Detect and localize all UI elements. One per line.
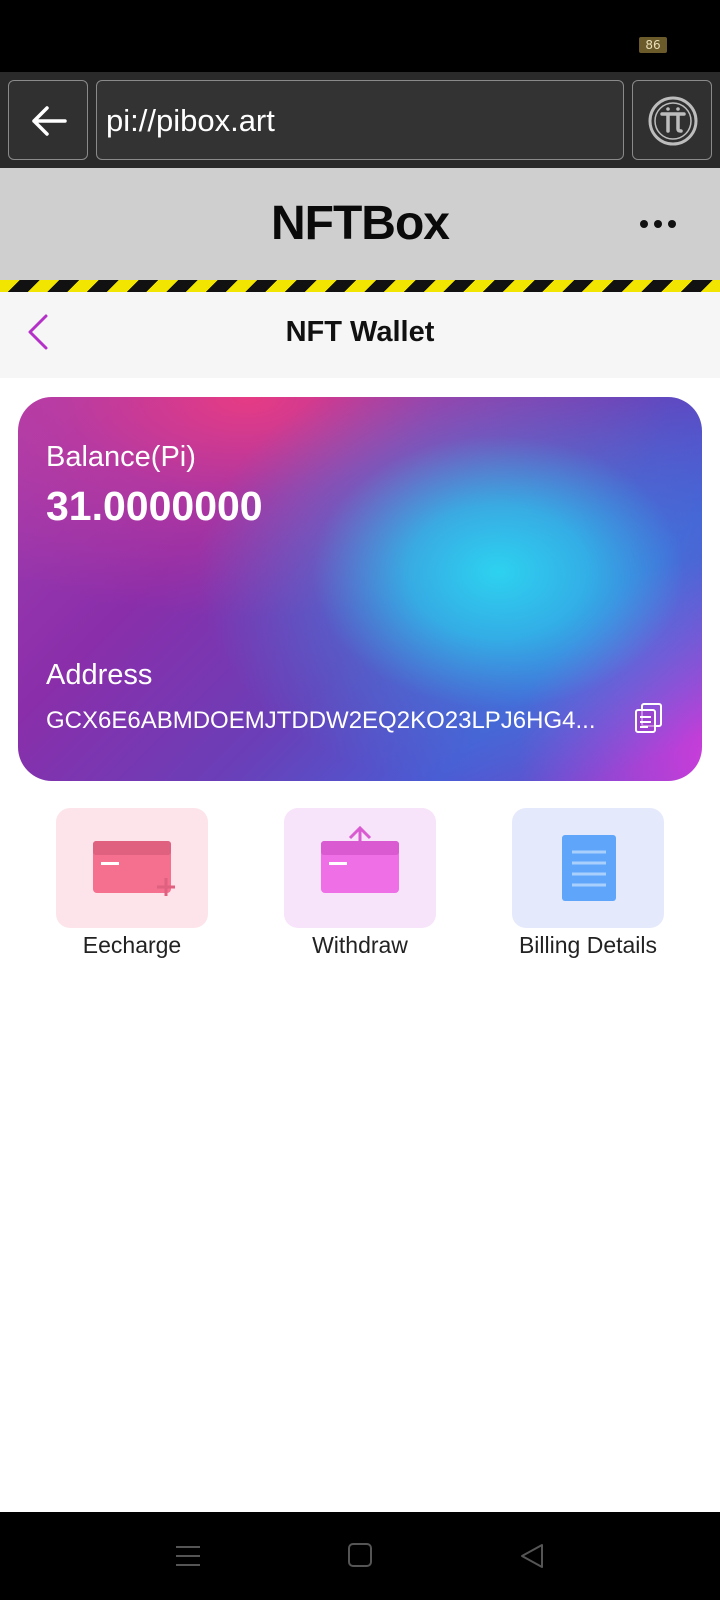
battery-indicator: 86 [639,37,667,53]
more-options-button[interactable] [640,218,680,230]
browser-toolbar: pi://pibox.art [0,72,720,168]
app-header: NFTBox [0,168,720,280]
wallet-card: Balance(Pi) 31.0000000 Address GCX6E6ABM… [18,397,702,781]
copy-icon [635,703,662,733]
app-title: NFTBox [271,197,450,250]
more-dot-icon [640,220,648,228]
pi-logo-icon [648,96,698,146]
pi-browser-button[interactable] [632,80,712,160]
page-title: NFT Wallet [285,316,435,348]
more-dot-icon [668,220,676,228]
menu-icon[interactable] [174,1542,202,1570]
balance-label: Balance(Pi) [46,441,196,473]
address-value: GCX6E6ABMDOEMJTDDW2EQ2KO23LPJ6HG4... [46,707,596,734]
withdraw-tile[interactable] [284,808,436,928]
back-triangle-icon[interactable] [518,1542,546,1570]
arrow-left-icon [32,106,67,136]
address-label: Address [46,659,153,691]
recharge-card-icon [93,841,175,896]
home-icon[interactable] [347,1542,373,1568]
billing-document-icon [562,835,616,901]
more-dot-icon [654,220,662,228]
billing-details-tile[interactable] [512,808,664,928]
withdraw-card-icon [321,825,399,893]
url-field[interactable]: pi://pibox.art [96,80,624,160]
billing-details-label: Billing Details [518,932,658,958]
hazard-stripe-divider [0,280,720,292]
balance-value: 31.0000000 [46,483,263,529]
withdraw-label: Withdraw [312,932,408,958]
browser-back-button[interactable] [8,80,88,160]
recharge-tile[interactable] [56,808,208,928]
page-header: NFT Wallet [0,292,720,378]
status-bar: 86 [0,0,720,72]
recharge-label: Eecharge [82,932,182,958]
copy-address-button[interactable] [634,702,664,734]
system-nav-bar [0,1512,720,1600]
